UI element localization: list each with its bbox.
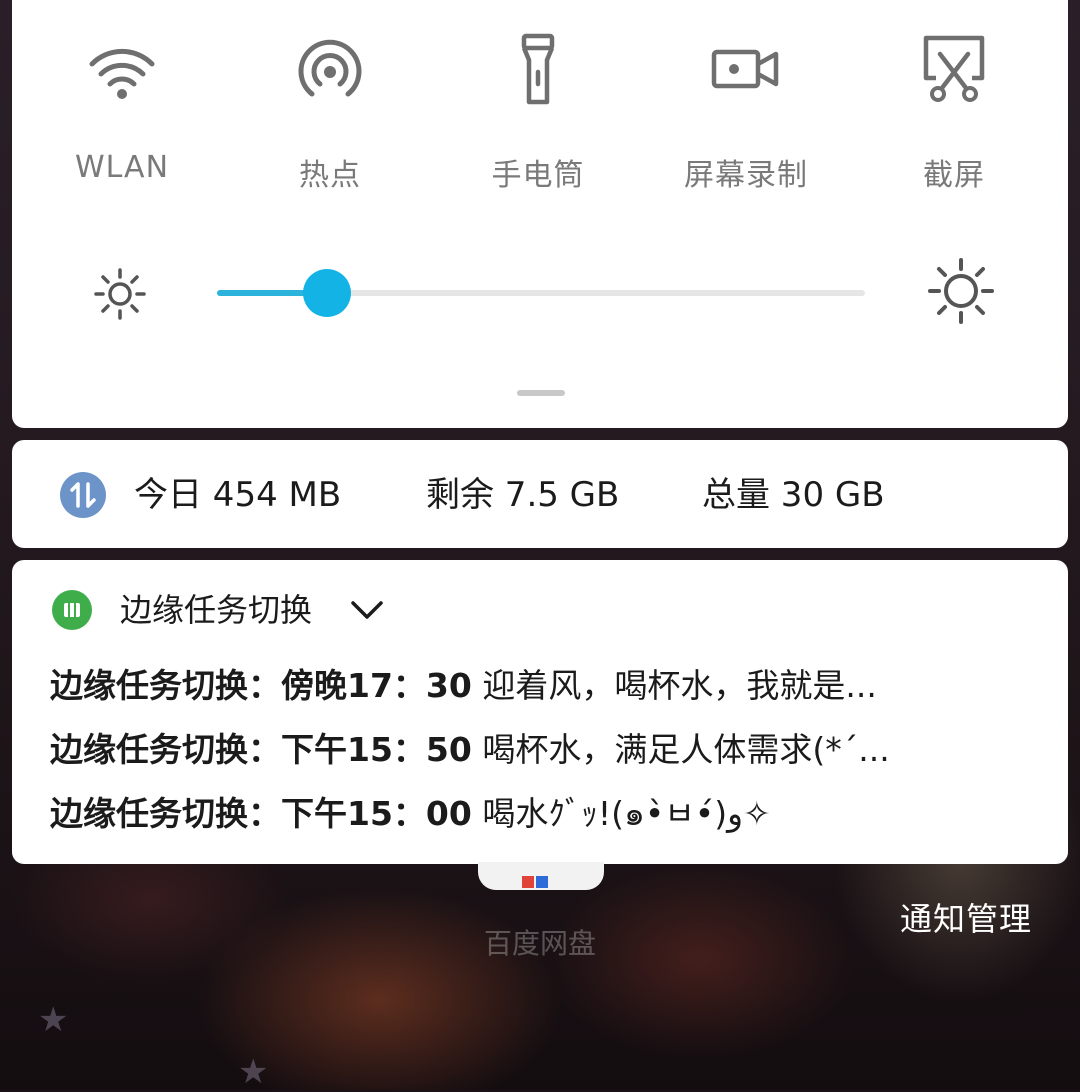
notification-manage-button[interactable]: 通知管理: [900, 894, 1032, 940]
tile-flashlight[interactable]: 手电筒: [438, 0, 638, 193]
tile-wlan[interactable]: WLAN: [22, 0, 222, 188]
baidu-netdisk-app-icon[interactable]: [478, 862, 604, 890]
star-decoration: ★: [238, 1052, 269, 1092]
message-prefix: 边缘任务切换：傍晚17：30: [50, 666, 472, 705]
data-usage-card[interactable]: 今日 454 MB 剩余 7.5 GB 总量 30 GB: [12, 440, 1068, 548]
tile-screen-record-label: 屏幕录制: [684, 158, 808, 193]
data-today: 今日 454 MB: [134, 475, 342, 515]
flashlight-icon: [521, 33, 555, 105]
notification-message[interactable]: 边缘任务切换：下午15：50 喝杯水，满足人体需求(*´...: [50, 726, 1010, 774]
background-app-label: 百度网盘: [483, 927, 596, 960]
message-prefix: 边缘任务切换：下午15：50: [50, 730, 472, 769]
tile-wlan-label: WLAN: [74, 150, 170, 185]
brightness-slider-thumb[interactable]: [303, 269, 351, 317]
hotspot-icon: [298, 39, 362, 97]
brightness-high-icon: [928, 258, 994, 324]
notification-message[interactable]: 边缘任务切换：傍晚17：30 迎着风，喝杯水，我就是...: [50, 662, 1010, 710]
app-icon-blue-block: [536, 876, 548, 888]
tile-screenshot[interactable]: 截屏: [854, 0, 1054, 193]
screen-record-icon: [711, 49, 779, 89]
tile-hotspot-label: 热点: [299, 158, 361, 193]
tile-flashlight-label: 手电筒: [491, 158, 585, 193]
message-text: 喝水ｸﾞｯ!(๑•̀ㅂ•́)و✧: [471, 794, 771, 833]
message-text: 喝杯水，满足人体需求(*´...: [471, 730, 890, 769]
chevron-down-icon[interactable]: [350, 598, 384, 622]
tile-screenshot-label: 截屏: [923, 158, 985, 193]
panel-drag-handle[interactable]: [517, 390, 565, 396]
tile-screen-record[interactable]: 屏幕录制: [646, 0, 846, 193]
notification-app-name: 边缘任务切换: [120, 591, 313, 629]
notification-message[interactable]: 边缘任务切换：下午15：00 喝水ｸﾞｯ!(๑•̀ㅂ•́)و✧: [50, 790, 1010, 838]
data-transfer-icon: [60, 472, 106, 518]
wifi-icon: [89, 48, 155, 99]
star-decoration: ★: [38, 1000, 69, 1040]
data-remaining: 剩余 7.5 GB: [426, 475, 620, 515]
app-icon: [52, 590, 92, 630]
brightness-low-icon: [94, 268, 146, 320]
tile-hotspot[interactable]: 热点: [230, 0, 430, 193]
message-text: 迎着风，喝杯水，我就是...: [471, 666, 877, 705]
data-total: 总量 30 GB: [702, 475, 885, 515]
brightness-slider-row: [12, 258, 1068, 328]
quick-settings-panel: WLAN 热点 手电筒 屏幕录制 截屏: [12, 0, 1068, 428]
screenshot-icon: [923, 35, 985, 102]
message-prefix: 边缘任务切换：下午15：00: [50, 794, 472, 833]
notification-card[interactable]: 边缘任务切换 边缘任务切换：傍晚17：30 迎着风，喝杯水，我就是... 边缘任…: [12, 560, 1068, 864]
app-icon-red-block: [522, 876, 534, 888]
